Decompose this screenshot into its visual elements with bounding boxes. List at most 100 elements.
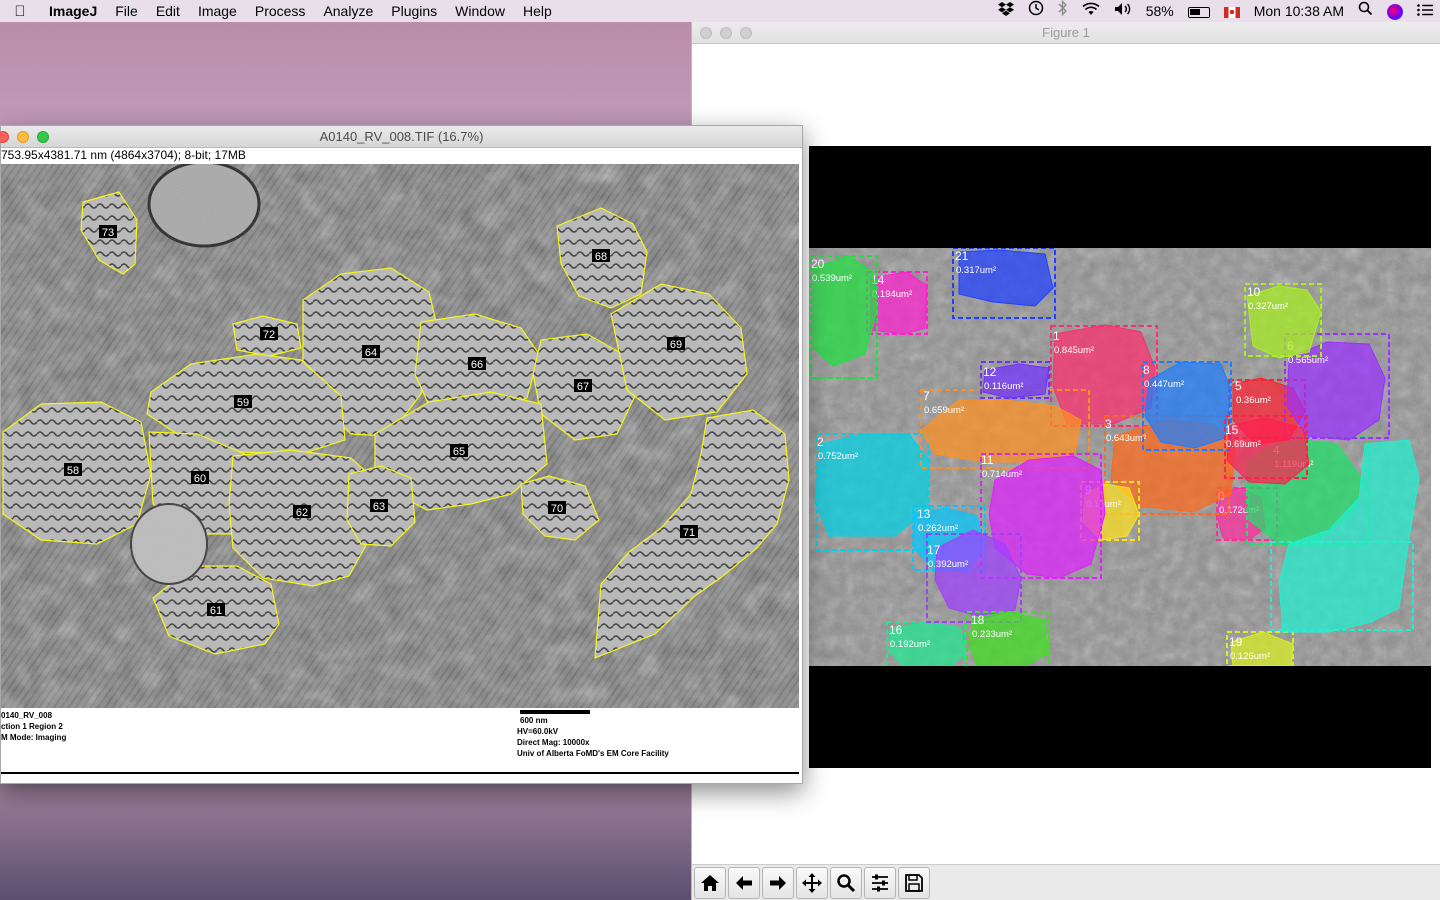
dropbox-icon[interactable]: [991, 0, 1021, 22]
roi-label-71: 71: [680, 525, 698, 539]
pan-button[interactable]: [796, 866, 828, 899]
em-mode: M Mode: Imaging: [1, 733, 67, 742]
close-button[interactable]: [0, 131, 9, 143]
segment-1: 1 0.845um²: [1050, 324, 1158, 427]
segment-id: 12: [983, 365, 997, 379]
segmentation-image: 00.172um²10.845um²20.752um²30.643um²41.1…: [809, 248, 1431, 666]
imagej-image-window: A0140_RV_008.TIF (16.7%) 753.95x4381.71 …: [0, 125, 803, 784]
segment-area: 0.126um²: [1230, 651, 1270, 662]
roi-label-68: 68: [592, 249, 610, 263]
zoom-rect-button[interactable]: [830, 866, 862, 899]
high-voltage: HV=60.0kV: [517, 727, 559, 736]
segment-area: 0.192um²: [890, 639, 930, 650]
segment-area: 0.643um²: [1106, 433, 1146, 444]
roi-label-64: 64: [362, 345, 380, 359]
image-title: A0140_RV_008.TIF (16.7%): [319, 129, 484, 144]
segment-id: 2: [817, 435, 824, 449]
facility: Univ of Alberta FoMD's EM Core Facility: [517, 749, 669, 758]
segment-16: 16 0.192um²: [886, 621, 966, 666]
time-machine-icon[interactable]: [1021, 0, 1051, 22]
close-button[interactable]: [700, 27, 712, 39]
arrow-left-icon: [736, 875, 752, 890]
roi-label-73: 73: [99, 225, 117, 239]
segment-10: 10 0.327um²: [1244, 283, 1322, 359]
flag-icon[interactable]: [1217, 0, 1247, 22]
floppy-disk-icon: [905, 873, 923, 892]
zoom-button[interactable]: [740, 27, 752, 39]
back-button[interactable]: [728, 866, 760, 899]
notification-center-icon[interactable]: [1410, 0, 1440, 22]
svg-text:66: 66: [471, 359, 483, 371]
arrow-right-icon: [770, 875, 786, 890]
roi-label-70: 70: [548, 501, 566, 515]
roi-label-58: 58: [64, 463, 82, 477]
segment-id: 16: [889, 623, 903, 637]
minimize-button[interactable]: [720, 27, 732, 39]
section-region: ction 1 Region 2: [1, 722, 63, 731]
battery-percent[interactable]: 58%: [1139, 0, 1181, 22]
zoom-button[interactable]: [37, 131, 49, 143]
minimize-button[interactable]: [17, 131, 29, 143]
apple-menu-icon[interactable]: : [0, 3, 40, 20]
volume-icon[interactable]: [1107, 0, 1139, 22]
svg-text:67: 67: [577, 381, 589, 393]
spotlight-icon[interactable]: [1351, 0, 1380, 22]
menu-edit[interactable]: Edit: [147, 0, 189, 22]
home-button[interactable]: [694, 866, 726, 899]
segment-area: 0.262um²: [918, 523, 958, 534]
roi-label-59: 59: [234, 395, 252, 409]
svg-text:73: 73: [102, 227, 114, 239]
menu-window[interactable]: Window: [446, 0, 514, 22]
menu-plugins[interactable]: Plugins: [382, 0, 446, 22]
window-controls: [0, 131, 49, 143]
svg-text:68: 68: [595, 251, 607, 263]
wifi-icon[interactable]: [1075, 0, 1107, 22]
battery-icon[interactable]: [1181, 0, 1217, 22]
segment-id: 21: [955, 249, 969, 263]
menu-process[interactable]: Process: [246, 0, 315, 22]
siri-icon[interactable]: [1380, 0, 1410, 22]
imagej-titlebar[interactable]: A0140_RV_008.TIF (16.7%): [0, 126, 802, 148]
save-button[interactable]: [898, 866, 930, 899]
menu-help[interactable]: Help: [514, 0, 561, 22]
menu-image[interactable]: Image: [189, 0, 246, 22]
svg-text:65: 65: [453, 446, 465, 458]
figure-titlebar[interactable]: Figure 1: [692, 22, 1440, 44]
configure-subplots-button[interactable]: [864, 866, 896, 899]
roi-label-66: 66: [468, 357, 486, 371]
figure-window: Figure 1 0.172um² 1 0.845um² 2 0.752um² …: [691, 22, 1440, 900]
roi-label-67: 67: [574, 379, 592, 393]
em-image-canvas[interactable]: 58 59 60 61 62 63 64 65 66 67 68 69 70 71 72 73: [1, 164, 799, 708]
plot-area[interactable]: 00.172um²10.845um²20.752um²30.643um²41.1…: [809, 146, 1431, 768]
magnifier-icon: [837, 873, 856, 892]
segment-id: 7: [923, 389, 930, 403]
microscope-info: 600 nm HV=60.0kV Direct Mag: 10000x Univ…: [517, 710, 669, 759]
segment-area: 0.317um²: [956, 265, 996, 276]
svg-text:72: 72: [263, 329, 275, 341]
clock[interactable]: Mon 10:38 AM: [1247, 0, 1351, 22]
segment-area: 0.36um²: [1236, 395, 1271, 406]
window-controls: [700, 27, 752, 39]
segment-id: 19: [1229, 635, 1243, 649]
svg-text:70: 70: [551, 503, 563, 515]
segment-id: 3: [1105, 417, 1112, 431]
forward-button[interactable]: [762, 866, 794, 899]
menu-analyze[interactable]: Analyze: [314, 0, 382, 22]
roi-label-61: 61: [207, 603, 225, 617]
acquisition-info: 0140_RV_008 ction 1 Region 2 M Mode: Ima…: [1, 710, 66, 743]
segment-area: 0.714um²: [982, 469, 1022, 480]
segment-id: 1: [1053, 329, 1060, 343]
figure-toolbar: [692, 864, 1440, 900]
segment-area: 0.327um²: [1248, 301, 1288, 312]
svg-text:63: 63: [373, 501, 385, 513]
segment-id: 8: [1143, 363, 1150, 377]
sliders-icon: [872, 874, 888, 891]
roi-label-72: 72: [260, 327, 278, 341]
bluetooth-icon[interactable]: [1051, 0, 1075, 22]
svg-text:69: 69: [670, 339, 682, 351]
roi-label-60: 60: [191, 471, 209, 485]
menu-file[interactable]: File: [106, 0, 147, 22]
segment-18: 18 0.233um²: [966, 611, 1050, 666]
app-menu[interactable]: ImageJ: [40, 0, 106, 22]
magnification: Direct Mag: 10000x: [517, 738, 590, 747]
